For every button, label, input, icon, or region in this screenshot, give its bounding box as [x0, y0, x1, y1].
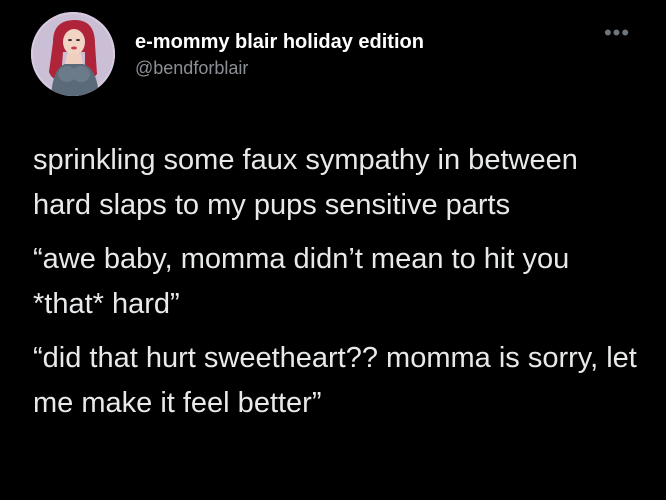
tweet-paragraph: “awe baby, momma didn’t mean to hit you … — [33, 243, 570, 320]
display-name[interactable]: e-mommy blair holiday edition — [135, 30, 424, 54]
tweet-card: e-mommy blair holiday edition @bendforbl… — [0, 0, 666, 500]
tweet-paragraph: sprinkling some faux sympathy in between… — [33, 144, 578, 221]
tweet-text: sprinkling some faux sympathy in between… — [33, 138, 643, 435]
more-options-icon[interactable]: ••• — [602, 22, 632, 44]
user-handle[interactable]: @bendforblair — [135, 57, 424, 79]
tweet-paragraph: “did that hurt sweetheart?? momma is sor… — [33, 342, 637, 419]
profile-avatar[interactable] — [31, 12, 115, 96]
avatar-illustration — [31, 12, 115, 96]
tweet-header: e-mommy blair holiday edition @bendforbl… — [31, 12, 642, 96]
user-info: e-mommy blair holiday edition @bendforbl… — [135, 30, 424, 79]
